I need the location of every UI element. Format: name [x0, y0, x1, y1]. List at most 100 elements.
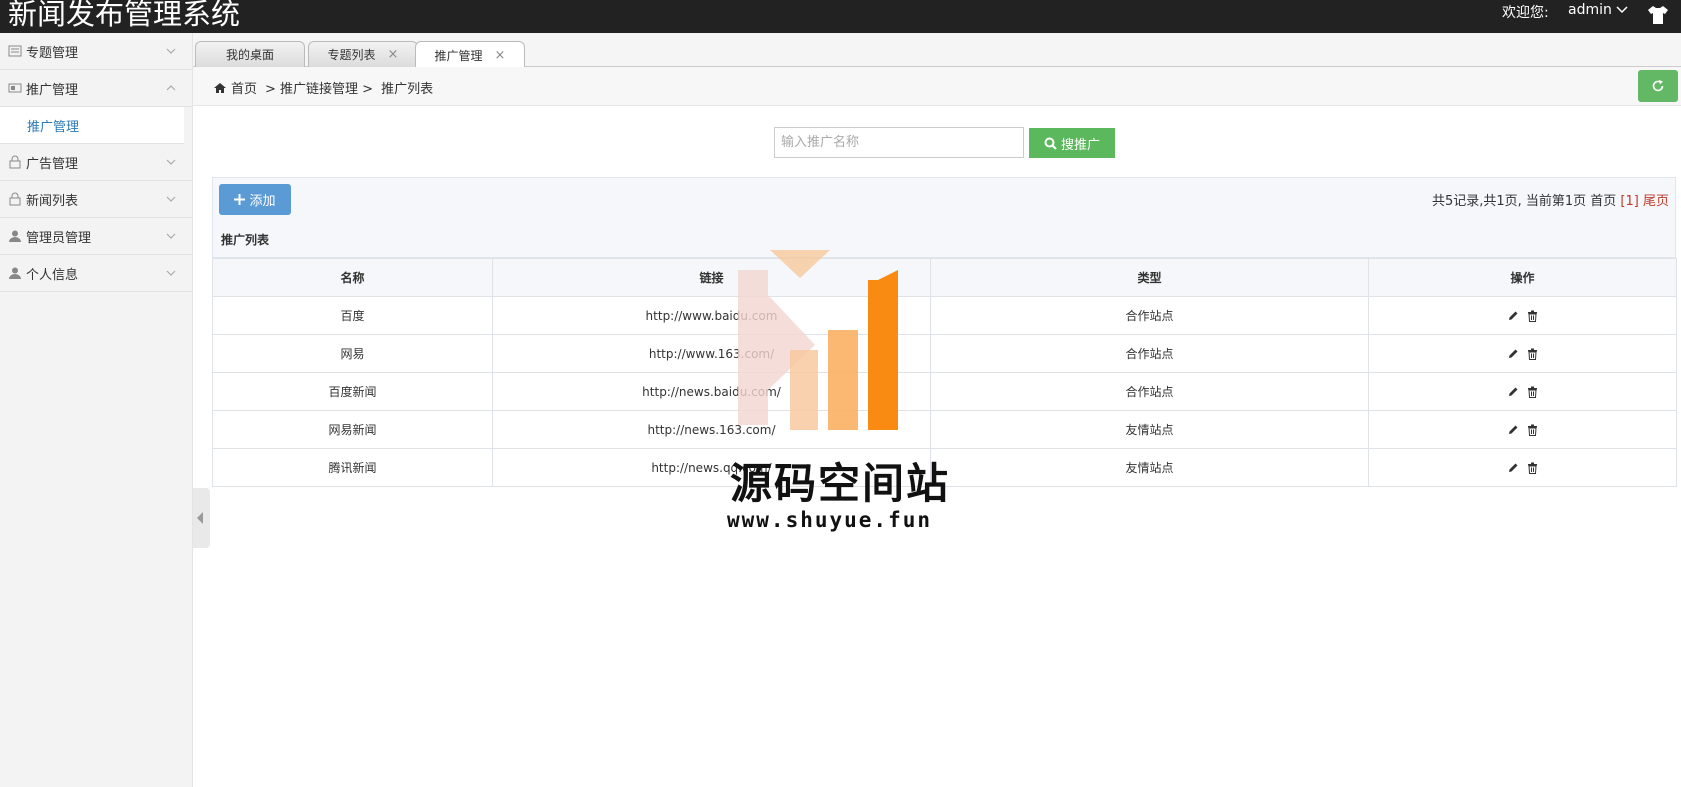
chevron-down-icon [166, 233, 176, 239]
sidebar-item-label: 个人信息 [26, 267, 79, 283]
home-icon [214, 82, 226, 93]
close-icon[interactable]: × [388, 47, 399, 62]
chevron-down-icon [166, 48, 176, 54]
table-row: 百度 http://www.baidu.com 合作站点 [212, 296, 1677, 335]
username: admin [1568, 2, 1612, 18]
add-button-label: 添加 [249, 194, 276, 209]
chevron-down-icon [166, 196, 176, 202]
pager: 共5记录,共1页, 当前第1页 首页 [1] 尾页 [1432, 190, 1669, 209]
breadcrumb-home[interactable]: 首页 [231, 78, 257, 97]
tab-desktop[interactable]: 我的桌面 [195, 41, 305, 67]
user-icon [9, 267, 21, 279]
cell-name: 网易 [212, 334, 493, 373]
plus-icon [234, 194, 246, 205]
user-menu[interactable]: admin [1568, 2, 1628, 18]
search-button-label: 搜推广 [1060, 137, 1100, 153]
sidebar-item-label: 专题管理 [26, 45, 79, 61]
column-header: 名称 [212, 258, 493, 297]
edit-icon[interactable] [1507, 310, 1519, 322]
cell-type: 合作站点 [930, 372, 1369, 411]
list-icon [8, 45, 22, 57]
trash-icon[interactable] [1527, 424, 1538, 436]
user-icon [9, 230, 21, 242]
tab-bar: 我的桌面 专题列表 × 推广管理 × [193, 33, 1681, 68]
trash-icon[interactable] [1527, 310, 1538, 322]
sidebar-collapse-handle[interactable] [193, 488, 210, 548]
shirt-icon[interactable] [1647, 5, 1669, 25]
tab-label: 推广管理 [434, 48, 483, 63]
column-header: 链接 [492, 258, 931, 297]
breadcrumb-level2: 推广列表 [381, 82, 434, 97]
sidebar-item-label: 新闻列表 [26, 193, 79, 209]
cell-type: 合作站点 [930, 296, 1369, 335]
tab-topic-list[interactable]: 专题列表 × [308, 41, 418, 67]
cell-name: 网易新闻 [212, 410, 493, 449]
refresh-button[interactable] [1638, 70, 1678, 102]
cell-name: 百度新闻 [212, 372, 493, 411]
breadcrumb-bar: 首页 > 推广链接管理 > 推广列表 [193, 67, 1681, 106]
lock-icon [9, 192, 21, 206]
breadcrumb: 首页 > 推广链接管理 > 推广列表 [213, 78, 441, 97]
refresh-icon [1652, 80, 1664, 92]
cell-name: 腾讯新闻 [212, 448, 493, 487]
column-header: 操作 [1368, 258, 1677, 297]
sidebar-item-label: 广告管理 [26, 156, 79, 172]
sidebar-item-news[interactable]: 新闻列表 [0, 181, 192, 218]
edit-icon[interactable] [1507, 348, 1519, 360]
row-actions [1369, 462, 1676, 474]
lock-icon [9, 155, 21, 169]
trash-icon[interactable] [1527, 348, 1538, 360]
sidebar-item-topics[interactable]: 专题管理 [0, 33, 192, 70]
search-button[interactable]: 搜推广 [1029, 128, 1115, 158]
sidebar-item-profile[interactable]: 个人信息 [0, 255, 192, 292]
cell-ops [1368, 372, 1677, 411]
table-row: 网易 http://www.163.com/合作站点 [212, 334, 1677, 373]
tab-label: 我的桌面 [225, 48, 274, 62]
cell-link: http://news.163.com/ [492, 410, 931, 449]
close-icon[interactable]: × [495, 48, 506, 63]
sidebar-item-ads[interactable]: 广告管理 [0, 144, 192, 181]
chevron-down-icon [166, 270, 176, 276]
table-title: 推广列表 [212, 221, 1676, 258]
edit-icon[interactable] [1507, 462, 1519, 474]
top-bar: 新闻发布管理系统 欢迎您: admin [0, 0, 1681, 33]
cell-ops [1368, 334, 1677, 373]
column-header: 类型 [930, 258, 1369, 297]
cell-ops [1368, 410, 1677, 449]
table-row: 网易新闻 http://news.163.com/友情站点 [212, 410, 1677, 449]
cell-link: http://www.baidu.com [492, 296, 931, 335]
cell-link: http://news.baidu.com/ [492, 372, 931, 411]
cell-ops [1368, 448, 1677, 487]
trash-icon[interactable] [1527, 386, 1538, 398]
pager-current[interactable]: [1] [1620, 194, 1638, 209]
trash-icon[interactable] [1527, 462, 1538, 474]
pager-summary: 共5记录,共1页, 当前第1页 首页 [1431, 194, 1621, 209]
tab-label: 专题列表 [327, 48, 376, 62]
breadcrumb-level1[interactable]: > 推广链接管理 > [265, 78, 373, 97]
sidebar-item-admins[interactable]: 管理员管理 [0, 218, 192, 255]
row-actions [1369, 424, 1676, 436]
pager-last[interactable]: 尾页 [1643, 194, 1669, 209]
watermark-url: www.shuyue.fun [727, 508, 933, 532]
watermark-text: 源码空间站 [730, 459, 951, 508]
card-icon [8, 83, 22, 93]
tab-promotion[interactable]: 推广管理 × [415, 41, 525, 68]
caret-left-icon [197, 512, 203, 524]
welcome-text: 欢迎您: [1502, 5, 1549, 21]
sidebar-subitem-promotion[interactable]: 推广管理 [0, 107, 184, 144]
row-actions [1369, 310, 1676, 322]
chevron-down-icon [166, 159, 176, 165]
search-input[interactable] [774, 127, 1024, 158]
chevron-up-icon [166, 85, 176, 91]
sidebar-item-label: 推广管理 [26, 82, 79, 98]
edit-icon[interactable] [1507, 424, 1519, 436]
add-button[interactable]: 添加 [219, 184, 291, 215]
edit-icon[interactable] [1507, 386, 1519, 398]
sidebar-item-promotion[interactable]: 推广管理 [0, 70, 192, 107]
cell-name: 百度 [212, 296, 493, 335]
app-title: 新闻发布管理系统 [8, 0, 241, 31]
sidebar-item-label: 管理员管理 [26, 230, 92, 246]
cell-link: http://www.163.com/ [492, 334, 931, 373]
cell-type: 友情站点 [930, 410, 1369, 449]
table-header-row: 名称 链接 类型 操作 [212, 258, 1677, 297]
